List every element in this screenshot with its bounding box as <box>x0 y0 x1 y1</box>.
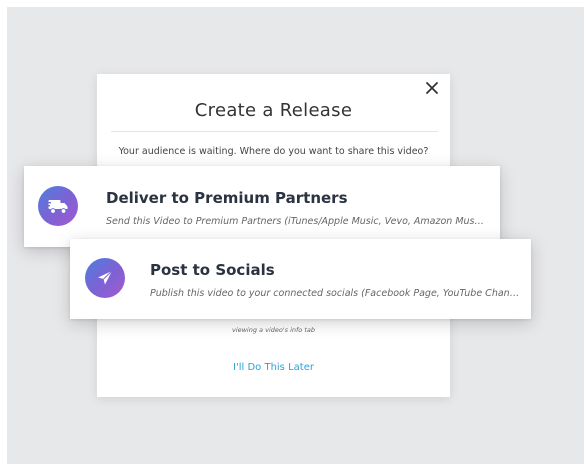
modal-title: Create a Release <box>194 100 353 121</box>
modal-hint: viewing a video's info tab <box>231 326 316 334</box>
do-this-later-link[interactable]: I'll Do This Later <box>97 362 450 373</box>
top-strip <box>0 0 584 7</box>
card-description: Send this Video to Premium Partners (iTu… <box>106 216 486 227</box>
card-title: Post to Socials <box>150 261 275 279</box>
card-description: Publish this video to your connected soc… <box>150 288 522 299</box>
delivery-truck-icon <box>38 186 78 226</box>
paper-plane-icon <box>85 258 125 298</box>
close-icon[interactable] <box>424 80 440 96</box>
modal-divider <box>111 131 438 132</box>
card-title: Deliver to Premium Partners <box>106 189 348 207</box>
post-to-socials-card[interactable]: Post to Socials Publish this video to yo… <box>70 239 531 319</box>
modal-subtitle: Your audience is waiting. Where do you w… <box>118 146 429 157</box>
deliver-premium-partners-card[interactable]: Deliver to Premium Partners Send this Vi… <box>24 166 500 247</box>
